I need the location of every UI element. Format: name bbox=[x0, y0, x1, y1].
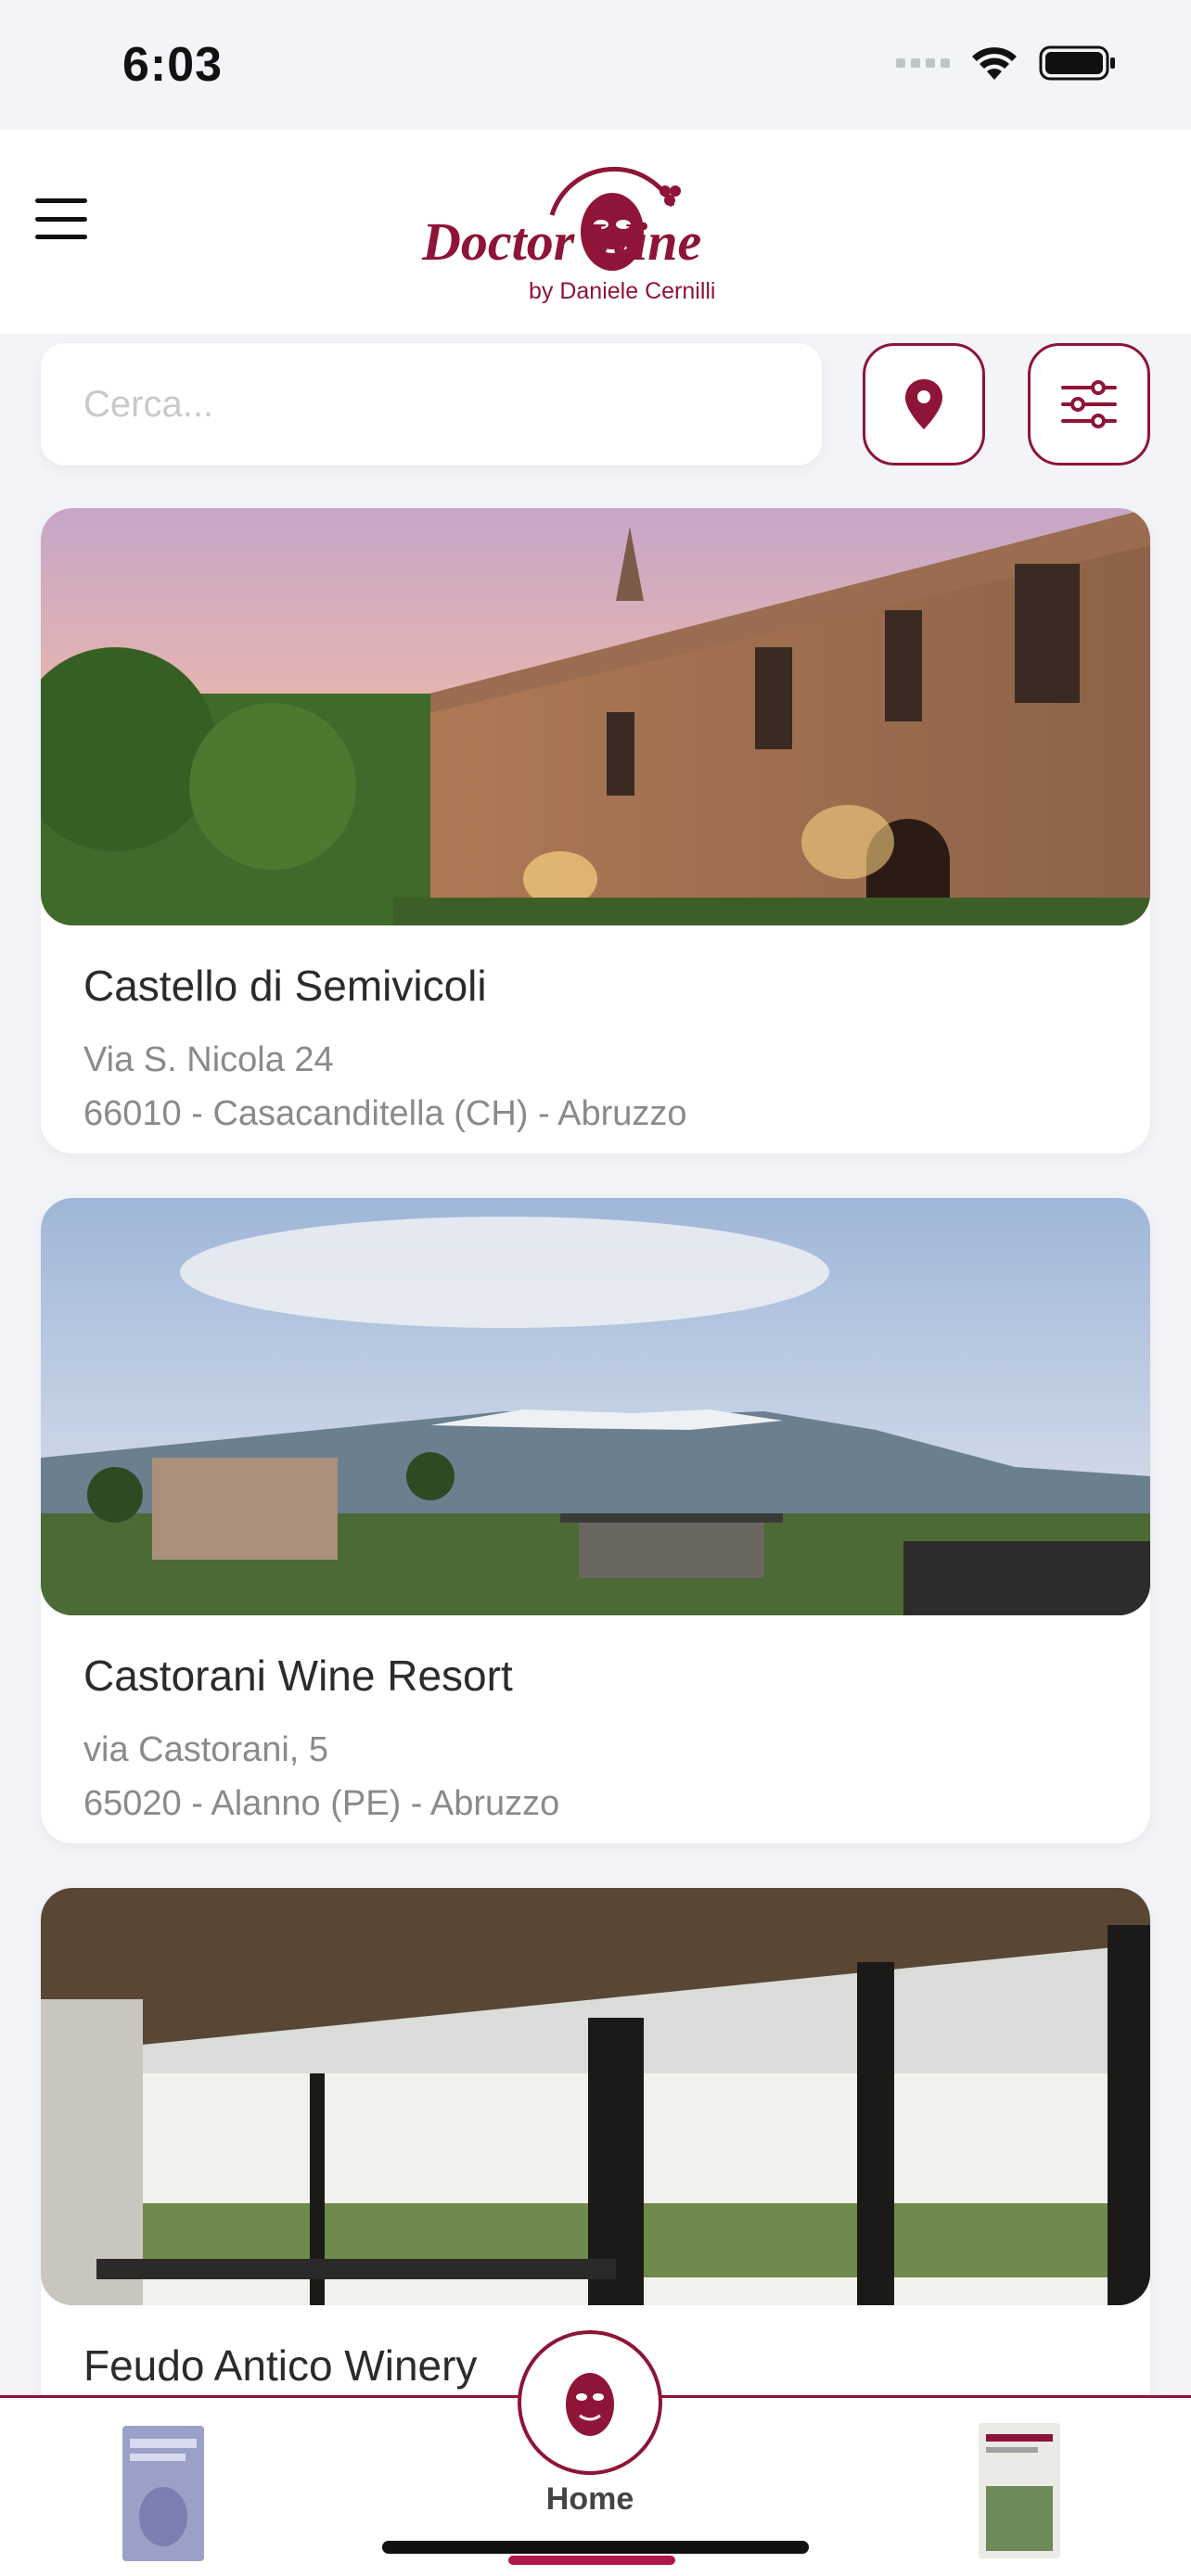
winery-name: Castello di Semivicoli bbox=[83, 962, 487, 1010]
winery-name: Castorani Wine Resort bbox=[83, 1651, 513, 1700]
status-time: 6:03 bbox=[122, 38, 224, 92]
sliders-icon bbox=[1061, 380, 1117, 428]
status-icons bbox=[896, 45, 1117, 82]
app-header: Doctor Wine by Daniele Cernilli bbox=[0, 130, 1191, 334]
guide-book-icon[interactable] bbox=[121, 2424, 206, 2563]
winery-photo bbox=[41, 1198, 1150, 1615]
card-body: Castello di Semivicoli Via S. Nicola 24 … bbox=[41, 925, 1150, 1154]
home-label: Home bbox=[545, 2481, 634, 2517]
app-screen: 6:03 Doctor Wine by Daniele Cernilli Cer… bbox=[0, 0, 1191, 2576]
winery-card[interactable]: Castello di Semivicoli Via S. Nicola 24 … bbox=[41, 508, 1150, 1154]
winery-card[interactable]: Castorani Wine Resort via Castorani, 5 6… bbox=[41, 1198, 1150, 1843]
search-row bbox=[0, 334, 1191, 482]
hamburger-menu-button[interactable] bbox=[35, 198, 87, 239]
winery-locality: 66010 - Casacanditella (CH) - Abruzzo bbox=[83, 1094, 687, 1133]
menu-icon bbox=[35, 198, 87, 203]
card-body: Castorani Wine Resort via Castorani, 5 6… bbox=[41, 1615, 1150, 1843]
logo-word-doctor: Doctor Wine bbox=[421, 211, 701, 272]
winery-address: via Castorani, 5 bbox=[83, 1730, 329, 1769]
doctor-face-icon bbox=[566, 2373, 614, 2436]
winery-photo bbox=[41, 508, 1150, 925]
winery-address: Via S. Nicola 24 bbox=[83, 1040, 334, 1079]
wine-book-icon[interactable] bbox=[977, 2421, 1062, 2560]
doctor-wine-logo: Doctor Wine by Daniele Cernilli bbox=[421, 166, 715, 304]
winery-locality: 65020 - Alanno (PE) - Abruzzo bbox=[83, 1784, 560, 1823]
battery-icon bbox=[1039, 45, 1115, 81]
cellular-signal-icon bbox=[896, 58, 950, 68]
home-button[interactable] bbox=[518, 2330, 662, 2475]
wifi-icon bbox=[972, 47, 1017, 80]
location-button[interactable] bbox=[863, 343, 985, 465]
map-pin-icon bbox=[905, 379, 942, 429]
active-tab-indicator bbox=[508, 2556, 675, 2565]
logo-subtitle: by Daniele Cernilli bbox=[529, 278, 715, 304]
search-input[interactable] bbox=[41, 343, 822, 465]
home-indicator[interactable] bbox=[382, 2541, 809, 2554]
status-bar: 6:03 bbox=[0, 0, 1191, 130]
winery-photo bbox=[41, 1888, 1150, 2305]
filter-button[interactable] bbox=[1028, 343, 1150, 465]
